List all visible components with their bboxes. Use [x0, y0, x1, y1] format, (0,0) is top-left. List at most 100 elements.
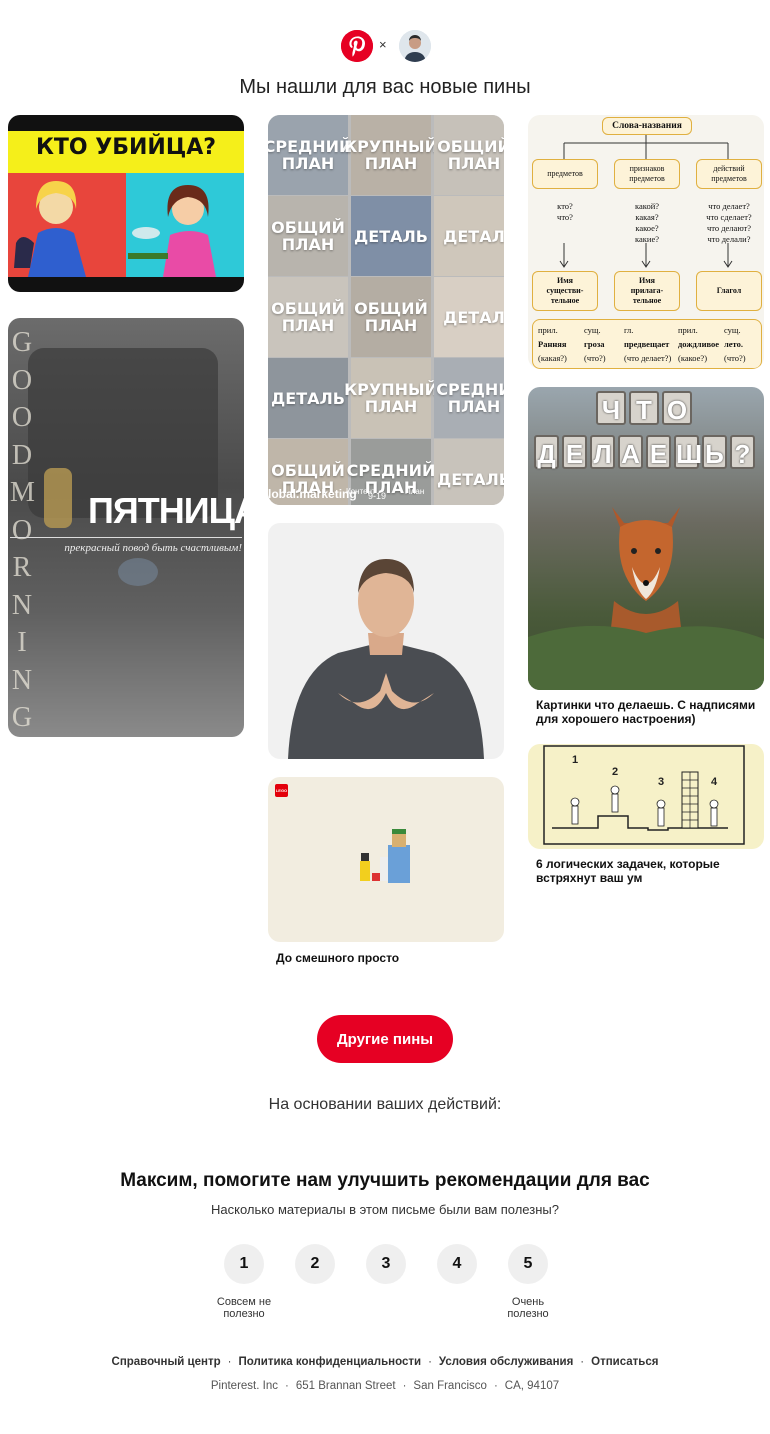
pin-friday[interactable]: GOODMORNING ПЯТНИЦА прекрасный повод быт…	[8, 318, 244, 737]
pin-puzzle-caption[interactable]: 6 логических задачек, которые встряхнут …	[536, 857, 760, 885]
shot-tile: ДЕТАЛ	[434, 196, 504, 276]
friday-divider	[10, 537, 242, 538]
address-street: 651 Brannan Street	[295, 1380, 396, 1392]
fox-photo	[528, 507, 764, 690]
man-photo	[288, 559, 484, 759]
feedback-title: Максим, помогите нам улучшить рекомендац…	[120, 1170, 650, 1191]
pin-fox[interactable]: Ч Т О Д Е Л А Е Ш Ь?	[528, 387, 764, 690]
rating-button-3[interactable]: 3	[366, 1244, 406, 1284]
shot-tile: ДЕТАЛЬ	[351, 196, 431, 276]
user-avatar-icon	[399, 30, 431, 62]
footer-link-privacy[interactable]: Политика конфиденциальности	[238, 1356, 421, 1368]
puzzle-illustration	[543, 745, 745, 845]
vertical-letter: O	[11, 364, 33, 396]
shot-tile: КРУПНЫЙ ПЛАН	[344, 115, 438, 195]
fox-letter-block: Ш	[674, 435, 702, 469]
times-symbol: ×	[379, 37, 387, 52]
chart-column-head: действий предметов	[696, 159, 762, 189]
pin-who-killer[interactable]: КТО УБИЙЦА?	[8, 115, 244, 292]
shot-tile: КРУПНЫЙ ПЛАН	[344, 358, 438, 438]
shot-tile: ДЕТАЛЬ	[268, 358, 348, 438]
address-separator: ·	[402, 1380, 407, 1392]
shot-tile: СРЕДНИ ПЛАН	[434, 358, 504, 438]
fox-letter-block: О	[662, 391, 692, 425]
chart-sentence-word: (какая?)	[538, 353, 567, 363]
chart-sentence-word: дождливое	[678, 339, 720, 349]
chart-sentence-word: предвещает	[624, 339, 670, 349]
pin-logic-puzzle[interactable]: 1 2 3 4	[528, 744, 764, 849]
puzzle-number: 1	[572, 754, 579, 766]
address-separator: ·	[284, 1380, 289, 1392]
chart-column-result: Имя существи- тельное	[532, 271, 598, 311]
lego-figures	[360, 829, 410, 883]
chart-column-head: признаков предметов	[614, 159, 680, 189]
pin-words-chart[interactable]: Слова-названия предметов кто? что? Имя сущ…	[528, 115, 764, 369]
chart-sentence-word: сущ.	[724, 325, 741, 335]
shot-tile: ДЕТАЛЬ	[434, 439, 504, 505]
chart-sentence-word: Ранняя	[538, 339, 567, 349]
pin-shot-types[interactable]: СРЕДНИЙ ПЛАН КРУПНЫЙ ПЛАН ОБЩИЙ ПЛАН ОБЩИЙ …	[268, 115, 504, 505]
more-pins-button[interactable]: Другие пины	[317, 1015, 453, 1063]
feedback-subtitle: Насколько материалы в этом письме были в…	[211, 1202, 559, 1217]
fox-letter-block: ?	[730, 435, 755, 469]
address-city: San Francisco	[413, 1380, 487, 1392]
shot-tile: СРЕДНИЙ ПЛАН	[268, 115, 352, 195]
vertical-letter: R	[12, 552, 32, 583]
puzzle-number: 4	[711, 776, 718, 788]
puzzle-number: 2	[612, 766, 619, 778]
based-on-text: На основании ваших действий:	[268, 1096, 502, 1113]
friday-subtitle: прекрасный повод быть счастливым!	[64, 542, 242, 554]
blurred-fish	[118, 558, 158, 586]
chart-sentence-word: гл.	[624, 325, 634, 335]
chart-column-result: Имя прилага- тельное	[614, 271, 680, 311]
fox-letter-block: Л	[590, 435, 615, 469]
headline: Мы нашли для вас новые пины	[239, 76, 531, 98]
rating-button-5[interactable]: 5	[508, 1244, 548, 1284]
vertical-letter: D	[11, 439, 33, 471]
pin-lego-caption[interactable]: До смешного просто	[276, 951, 496, 965]
footer-separator: ·	[580, 1356, 585, 1368]
rating-high-label: Очень полезно	[507, 1296, 549, 1320]
fox-letter-block: Т	[629, 391, 659, 425]
vertical-letter: O	[11, 514, 33, 546]
footer-link-help[interactable]: Справочный центр	[112, 1356, 221, 1368]
vertical-letter: I	[17, 627, 27, 658]
blurred-highlight	[44, 468, 72, 528]
chart-column-questions: какой? какая? какое? какие?	[634, 201, 660, 244]
rating-button-1[interactable]: 1	[224, 1244, 264, 1284]
shot-tile: ДЕТАЛ	[434, 277, 504, 357]
pinterest-p-icon	[341, 30, 373, 62]
chart-sentence-word: лето.	[724, 339, 743, 349]
footer-separator: ·	[428, 1356, 432, 1368]
fox-letter-block: Е	[562, 435, 587, 469]
friday-title: ПЯТНИЦА	[88, 490, 244, 531]
pin-fox-caption[interactable]: Картинки что делаешь. С надписями для хо…	[536, 698, 760, 726]
vertical-letter: N	[11, 589, 33, 621]
chart-column-result: Глагол	[696, 271, 762, 311]
cartoon-women-illustration	[14, 181, 216, 277]
avatar[interactable]	[399, 30, 431, 62]
address-zip: CA, 94107	[504, 1380, 560, 1392]
vertical-letter: G	[11, 702, 33, 733]
pin-man-meditating[interactable]	[268, 523, 504, 759]
pin-lego[interactable]: LEGO	[268, 777, 504, 942]
chart-sentence-word: (что делает?)	[624, 353, 672, 363]
pinterest-logo[interactable]	[341, 30, 373, 62]
pin-watermark: lobal.marketing	[268, 487, 357, 501]
shot-tile: ОБЩИЙ ПЛАН	[351, 277, 431, 357]
footer-link-terms[interactable]: Условия обслуживания	[439, 1356, 573, 1368]
rating-button-4[interactable]: 4	[437, 1244, 477, 1284]
shot-tile: ОБЩИЙ ПЛАН	[434, 115, 504, 195]
chart-column-head: предметов	[532, 159, 598, 189]
chart-sentence-word: прил.	[538, 325, 558, 335]
chart-column-questions: кто? что?	[557, 201, 573, 222]
footer-link-unsubscribe[interactable]: Отписаться	[591, 1356, 658, 1368]
fox-letter-block: Д	[534, 435, 559, 469]
chart-sentence-word: сущ.	[584, 325, 601, 335]
vertical-letter: N	[11, 664, 33, 696]
chart-column-questions: что делает? что сделает? что делают? что…	[706, 201, 752, 244]
chart-sentence-word: (какое?)	[678, 353, 708, 363]
rating-button-2[interactable]: 2	[295, 1244, 335, 1284]
footer-links: Справочный центр · Политика конфиденциальн…	[0, 1356, 770, 1368]
shot-tile: ОБЩИЙ ПЛАН	[268, 277, 348, 357]
